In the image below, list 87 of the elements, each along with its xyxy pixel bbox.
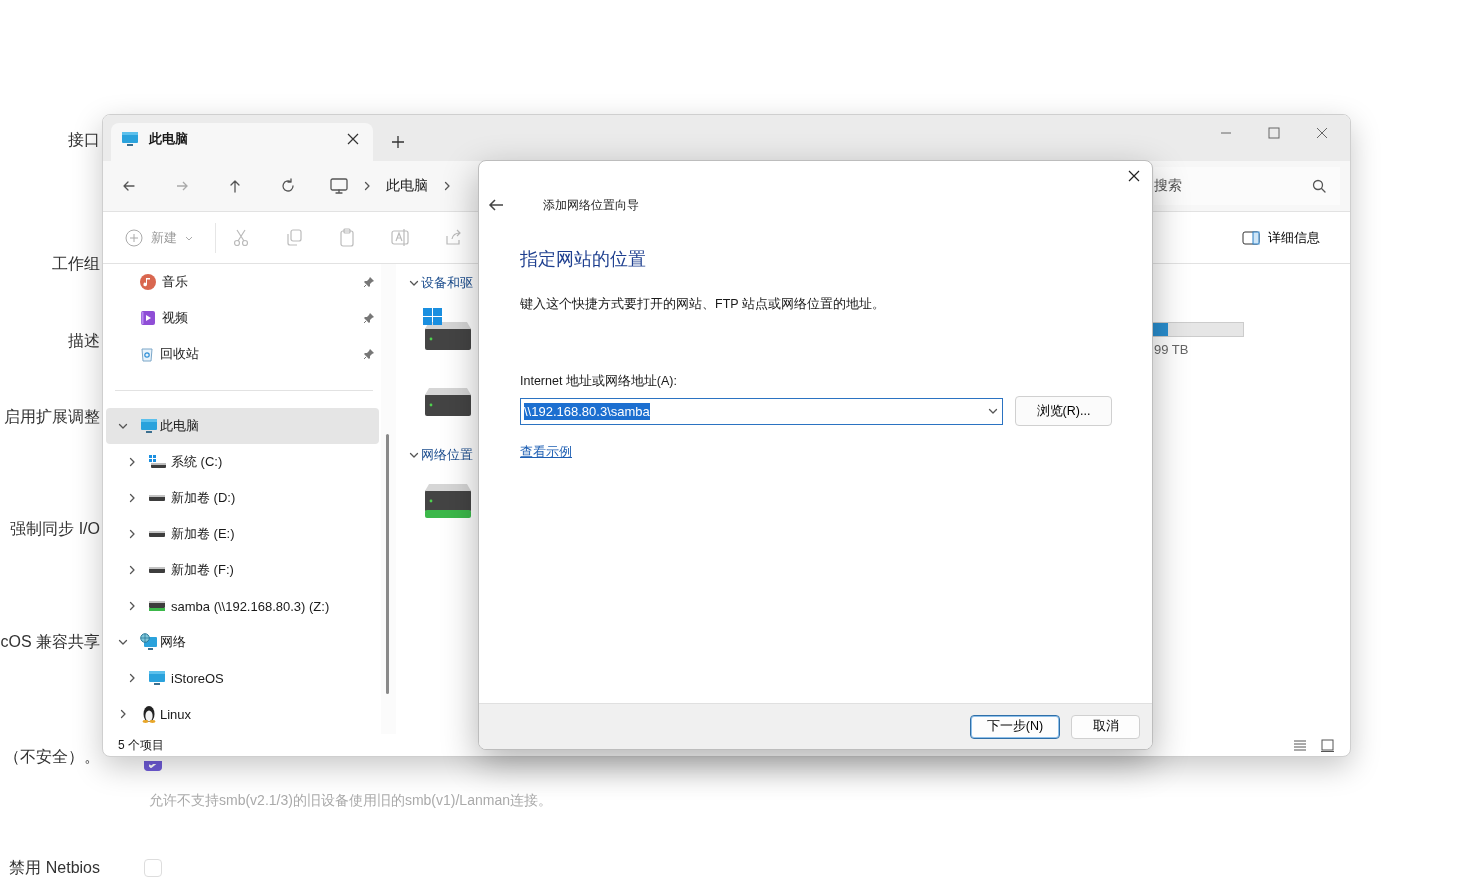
chevron-right-icon[interactable] — [127, 529, 137, 539]
tile-view-icon — [1321, 738, 1334, 752]
tab[interactable]: 此电脑 — [111, 123, 373, 161]
description-text: 键入这个快捷方式要打开的网站、FTP 站点或网络位置的地址。 — [520, 296, 886, 313]
chevron-right-icon[interactable] — [127, 673, 137, 683]
drive-icon — [149, 566, 165, 574]
nav-item[interactable]: Linux — [106, 696, 379, 732]
drive-icon — [149, 530, 165, 538]
next-button[interactable]: 下一步(N) — [970, 714, 1060, 739]
nav-item[interactable]: samba (\\192.168.80.3) (Z:) — [106, 588, 379, 624]
video-icon — [140, 310, 156, 326]
setting-label: 禁用 Netbios — [9, 857, 100, 878]
chevron-right-icon[interactable] — [118, 709, 128, 719]
network-icon — [140, 633, 158, 651]
setting-label: （不安全）。 — [4, 746, 100, 767]
monitor-icon — [121, 131, 139, 147]
chevron-right-icon[interactable] — [127, 457, 137, 467]
nav-item[interactable]: 新加卷 (E:) — [106, 516, 379, 552]
nav-item[interactable]: 音乐 — [106, 264, 379, 300]
monitor-icon — [140, 418, 158, 434]
chevron-down-icon[interactable] — [118, 421, 128, 431]
maximize-icon — [1268, 127, 1280, 139]
nav-item[interactable]: 系统 (C:) — [106, 444, 379, 480]
music-note-icon — [140, 274, 156, 290]
dialog-heading: 指定网站的位置 — [520, 248, 647, 271]
group-header[interactable]: 设备和驱 — [409, 272, 473, 294]
check-icon — [149, 763, 157, 768]
drive-icon — [149, 494, 165, 502]
chevron-down-icon — [988, 406, 998, 416]
setting-label: 描述 — [68, 330, 100, 351]
refresh-icon — [280, 178, 296, 194]
details-button[interactable]: 详细信息 — [1236, 227, 1326, 248]
search-field[interactable]: 搜索 — [1154, 167, 1340, 205]
clipboard-icon — [338, 228, 356, 247]
rename-icon — [391, 228, 409, 247]
field-label: Internet 地址或网络地址(A): — [520, 373, 678, 390]
storage-text: 99 TB — [1154, 342, 1190, 357]
chevron-right-icon[interactable] — [442, 181, 452, 191]
close-icon — [347, 133, 359, 145]
setting-label: 接口 — [68, 129, 100, 150]
hint-text: 允许不支持smb(v2.1/3)的旧设备使用旧的smb(v1)/Lanman连接。 — [149, 792, 552, 810]
nav-item[interactable]: 回收站 — [106, 336, 379, 372]
setting-label: 工作组 — [52, 253, 100, 274]
group-header[interactable]: 网络位置 — [409, 444, 473, 466]
recycle-bin-icon — [140, 346, 154, 362]
cancel-button[interactable]: 取消 — [1071, 714, 1140, 739]
close-icon — [1316, 127, 1328, 139]
details-pane-icon — [1242, 230, 1260, 245]
copy-icon — [285, 228, 303, 247]
chevron-down-icon[interactable] — [409, 278, 419, 288]
close-icon — [1128, 170, 1140, 182]
search-icon — [1312, 179, 1326, 193]
setting-label: 强制同步 I/O — [10, 518, 100, 539]
setting-label: 启用扩展调整 — [4, 406, 100, 427]
scrollbar-thumb[interactable] — [386, 434, 389, 694]
monitor-icon — [330, 178, 348, 194]
browse-button[interactable]: 浏览(R)... — [1015, 396, 1112, 426]
nav-item[interactable]: 网络 — [106, 624, 379, 660]
list-view-icon — [1293, 739, 1307, 751]
example-link[interactable]: 查看示例 — [520, 444, 572, 461]
chevron-down-icon[interactable] — [409, 450, 419, 460]
breadcrumb[interactable]: 此电脑 — [386, 177, 428, 195]
chevron-down-icon[interactable] — [118, 637, 128, 647]
windows-drive-icon — [148, 455, 166, 469]
monitor-icon — [148, 670, 166, 686]
windows-drive-icon — [423, 308, 473, 350]
setting-label: cOS 兼容共享 — [0, 631, 100, 652]
nav-item[interactable]: 新加卷 (F:) — [106, 552, 379, 588]
status-text: 5 个项目 — [118, 736, 164, 754]
arrow-left-icon — [488, 198, 504, 212]
dialog-title: 添加网络位置向导 — [543, 196, 639, 214]
plus-circle-icon — [125, 228, 143, 247]
share-icon — [444, 228, 462, 247]
chevron-right-icon[interactable] — [127, 493, 137, 503]
chevron-right-icon[interactable] — [127, 565, 137, 575]
chevron-right-icon[interactable] — [362, 181, 372, 191]
address-combobox[interactable]: \\192.168.80.3\samba — [520, 397, 1003, 425]
nav-item[interactable]: 新加卷 (D:) — [106, 480, 379, 516]
scissors-icon — [232, 228, 250, 247]
checkbox[interactable] — [144, 760, 162, 771]
nav-item[interactable]: iStoreOS — [106, 660, 379, 696]
plus-icon — [391, 135, 405, 149]
nav-item[interactable]: 此电脑 — [106, 408, 379, 444]
penguin-icon — [141, 705, 157, 723]
chevron-right-icon[interactable] — [127, 601, 137, 611]
network-drive-icon — [149, 601, 165, 611]
nav-item[interactable]: 视频 — [106, 300, 379, 336]
